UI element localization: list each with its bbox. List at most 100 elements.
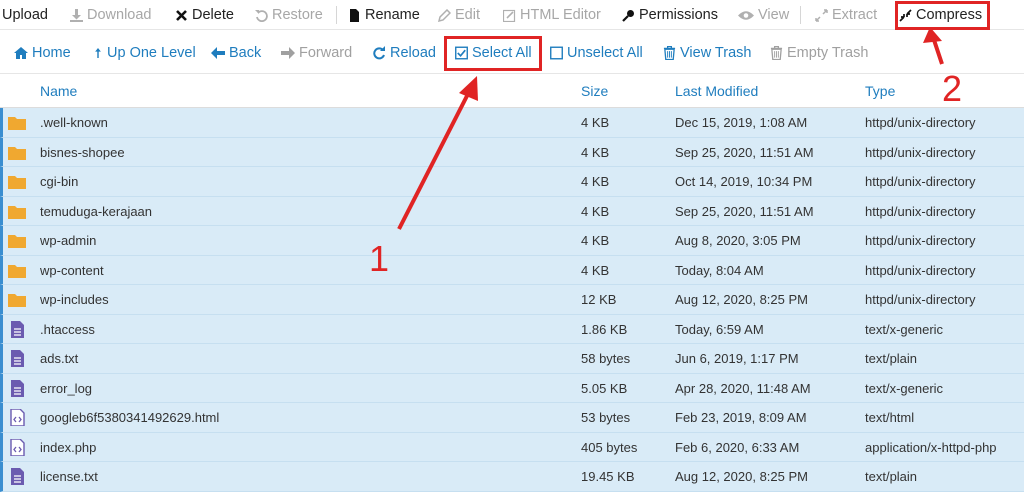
reload-button[interactable]: Reload xyxy=(372,32,436,74)
file-size-cell: 12 KB xyxy=(581,292,617,307)
table-row[interactable]: license.txt 19.45 KB Aug 12, 2020, 8:25 PM… xyxy=(0,462,1024,492)
file-modified-cell: Sep 25, 2020, 11:51 AM xyxy=(675,144,814,160)
table-row[interactable]: temuduga-kerajaan 4 KB Sep 25, 2020, 11:51… xyxy=(0,196,1024,226)
arrow-left-icon xyxy=(211,47,225,59)
table-row[interactable]: wp-content 4 KB Today, 8:04 AM httpd/unix-d… xyxy=(0,255,1024,285)
delete-button[interactable]: Delete xyxy=(175,0,234,30)
level-up-icon xyxy=(95,48,101,58)
home-button[interactable]: Home xyxy=(14,32,71,74)
file-modified-cell: Today, 6:59 AM xyxy=(675,321,764,337)
file-toolbar: Upload Download Delete Restore Rename Ed… xyxy=(0,0,1024,30)
file-size-cell: 4 KB xyxy=(581,233,610,248)
restore-icon xyxy=(255,8,268,22)
arrow-right-icon xyxy=(281,47,295,59)
pencil-icon xyxy=(438,8,451,22)
file-name-cell[interactable]: temuduga-kerajaan xyxy=(40,197,152,226)
view-trash-button[interactable]: View Trash xyxy=(663,32,751,74)
upload-label: Upload xyxy=(2,7,48,23)
file-modified-cell: Aug 12, 2020, 8:25 PM xyxy=(675,292,808,307)
file-type-cell: httpd/unix-directory xyxy=(865,292,976,307)
file-size-cell: 4 KB xyxy=(581,174,610,189)
file-size-cell: 58 bytes xyxy=(581,351,631,366)
file-name-cell[interactable]: wp-admin xyxy=(40,226,96,255)
extract-icon xyxy=(815,8,828,22)
rename-button[interactable]: Rename xyxy=(348,0,420,30)
file-name-cell[interactable]: bisnes-shopee xyxy=(40,138,125,167)
table-row[interactable]: .well-known 4 KB Dec 15, 2019, 1:08 AM http… xyxy=(0,108,1024,138)
file-size-cell: 4 KB xyxy=(581,144,610,160)
file-name-cell[interactable]: .well-known xyxy=(40,108,108,137)
file-type-cell: text/plain xyxy=(865,469,918,484)
table-row[interactable]: googleb6f5380341492629.html 53 bytes Feb 2… xyxy=(0,403,1024,433)
step-1-label: 1 xyxy=(369,238,390,279)
file-icon xyxy=(348,8,361,22)
download-button[interactable]: Download xyxy=(70,0,152,30)
step-2-label: 2 xyxy=(942,68,963,109)
table-row[interactable]: ads.txt 58 bytes Jun 6, 2019, 1:17 PM text/… xyxy=(0,344,1024,374)
column-type-header[interactable]: Type xyxy=(865,76,895,108)
file-size-cell: 4 KB xyxy=(581,203,610,219)
file-modified-cell: Oct 14, 2019, 10:34 PM xyxy=(675,174,813,189)
file-name-cell[interactable]: index.php xyxy=(40,433,96,462)
file-name-cell[interactable]: wp-content xyxy=(40,256,104,285)
column-size-header[interactable]: Size xyxy=(581,76,608,108)
file-modified-cell: Dec 15, 2019, 1:08 AM xyxy=(675,115,808,130)
reload-icon xyxy=(373,46,385,60)
view-button[interactable]: View xyxy=(738,0,789,30)
file-modified-cell: Feb 6, 2020, 6:33 AM xyxy=(675,439,800,455)
empty-trash-button[interactable]: Empty Trash xyxy=(770,32,868,74)
eye-icon xyxy=(738,8,754,22)
file-type-cell: httpd/unix-directory xyxy=(865,203,976,219)
table-row[interactable]: wp-includes 12 KB Aug 12, 2020, 8:25 PM htt… xyxy=(0,285,1024,315)
file-size-cell: 1.86 KB xyxy=(581,321,628,337)
extract-button[interactable]: Extract xyxy=(815,0,877,30)
x-icon xyxy=(175,8,188,22)
table-row[interactable]: cgi-bin 4 KB Oct 14, 2019, 10:34 PM httpd/u… xyxy=(0,167,1024,197)
file-type-cell: httpd/unix-directory xyxy=(865,115,976,130)
file-modified-cell: Aug 12, 2020, 8:25 PM xyxy=(675,469,808,484)
checkbox-empty-icon xyxy=(550,46,563,60)
file-modified-cell: Today, 8:04 AM xyxy=(675,262,764,278)
html-editor-button[interactable]: HTML Editor xyxy=(503,0,601,30)
file-type-cell: application/x-httpd-php xyxy=(865,439,997,455)
upload-button[interactable]: Upload xyxy=(2,0,48,30)
file-modified-cell: Jun 6, 2019, 1:17 PM xyxy=(675,351,799,366)
back-button[interactable]: Back xyxy=(211,32,261,74)
file-modified-cell: Apr 28, 2020, 11:48 AM xyxy=(675,380,811,396)
file-size-cell: 5.05 KB xyxy=(581,380,628,396)
file-type-cell: httpd/unix-directory xyxy=(865,262,976,278)
up-one-level-button[interactable]: Up One Level xyxy=(93,32,196,74)
file-name-cell[interactable]: cgi-bin xyxy=(40,167,78,196)
column-modified-header[interactable]: Last Modified xyxy=(675,76,758,108)
home-icon xyxy=(14,47,28,59)
file-type-cell: text/x-generic xyxy=(865,321,944,337)
key-icon xyxy=(622,8,635,22)
edit-button[interactable]: Edit xyxy=(438,0,480,30)
restore-button[interactable]: Restore xyxy=(255,0,323,30)
html-editor-icon xyxy=(503,8,516,22)
file-size-cell: 4 KB xyxy=(581,262,610,278)
table-row[interactable]: bisnes-shopee 4 KB Sep 25, 2020, 11:51 AM h… xyxy=(0,137,1024,167)
file-name-cell[interactable]: googleb6f5380341492629.html xyxy=(40,403,219,432)
table-row[interactable]: index.php 405 bytes Feb 6, 2020, 6:33 AM ap… xyxy=(0,432,1024,462)
file-size-cell: 405 bytes xyxy=(581,439,638,455)
trash-icon xyxy=(663,46,676,60)
file-type-cell: httpd/unix-directory xyxy=(865,174,976,189)
file-type-cell: text/plain xyxy=(865,351,918,366)
table-header: Name Size Last Modified Type xyxy=(0,76,1024,108)
unselect-all-button[interactable]: Unselect All xyxy=(550,32,643,74)
file-name-cell[interactable]: .htaccess xyxy=(40,315,95,344)
table-row[interactable]: .htaccess 1.86 KB Today, 6:59 AM text/x-gen… xyxy=(0,314,1024,344)
file-name-cell[interactable]: wp-includes xyxy=(40,285,109,314)
table-row[interactable]: error_log 5.05 KB Apr 28, 2020, 11:48 AM te… xyxy=(0,373,1024,403)
file-name-cell[interactable]: error_log xyxy=(40,374,92,403)
column-name-header[interactable]: Name xyxy=(40,76,77,108)
forward-button[interactable]: Forward xyxy=(281,32,352,74)
file-size-cell: 53 bytes xyxy=(581,410,631,425)
file-name-cell[interactable]: license.txt xyxy=(40,462,98,491)
select-all-highlight xyxy=(444,36,542,71)
permissions-button[interactable]: Permissions xyxy=(622,0,718,30)
file-name-cell[interactable]: ads.txt xyxy=(40,344,78,373)
table-row[interactable]: wp-admin 4 KB Aug 8, 2020, 3:05 PM httpd/un… xyxy=(0,226,1024,256)
trash-icon xyxy=(770,46,783,60)
